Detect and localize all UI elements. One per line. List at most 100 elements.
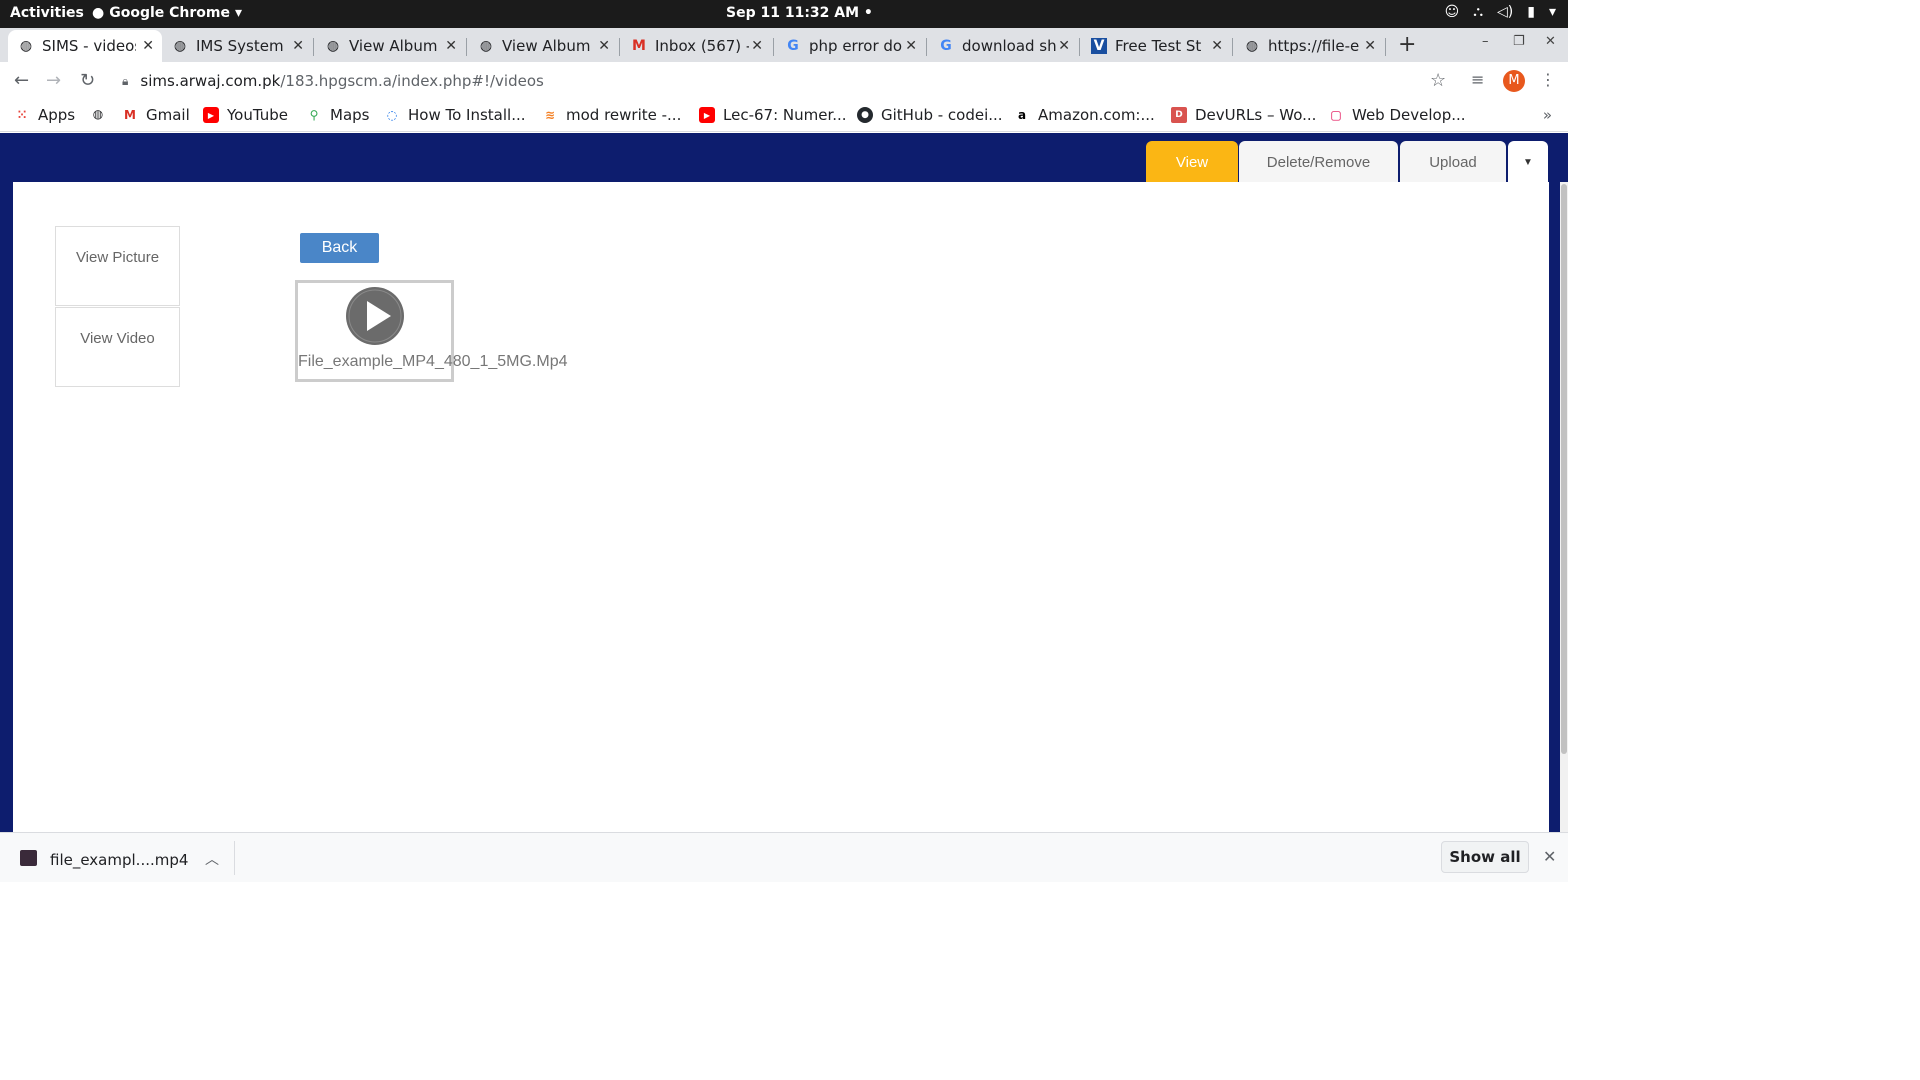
bookmark-github[interactable]: ● GitHub - codei... (857, 106, 1003, 124)
show-all-button[interactable]: Show all (1441, 841, 1529, 873)
bookmark-youtube[interactable]: ▶ YouTube (203, 106, 288, 124)
tab-title: IMS System (196, 37, 284, 55)
close-shelf-icon[interactable]: ✕ (1543, 847, 1556, 866)
new-tab-plus-icon[interactable]: + (1398, 32, 1416, 57)
content-panel (13, 182, 1549, 832)
bookmark-globe[interactable]: ◍ (90, 106, 114, 122)
close-tab-icon[interactable]: ✕ (598, 38, 610, 54)
bookmark-mod-rewrite[interactable]: ≋ mod rewrite -... (542, 106, 681, 124)
view-video-label: View Video (80, 330, 155, 347)
tab-view-album[interactable]: ◍ View Album ✕ (315, 30, 465, 62)
bookmark-label: How To Install... (408, 106, 526, 124)
tab-file-examples[interactable]: ◍ https://file-e ✕ (1234, 30, 1384, 62)
close-tab-icon[interactable]: ✕ (1058, 38, 1070, 54)
close-tab-icon[interactable]: ✕ (292, 38, 304, 54)
url-host: sims.arwaj.com.pk (140, 72, 281, 90)
url-path: /183.hpgscm.a/index.php#!/videos (280, 72, 544, 90)
media-control-icon[interactable]: ≡ (1471, 70, 1484, 89)
bookmark-how-to-install[interactable]: ◌ How To Install... (384, 106, 526, 124)
v-icon: V (1091, 38, 1107, 54)
download-shelf: file_exampl....mp4 ︿ Show all ✕ (0, 832, 1568, 882)
bookmark-apps[interactable]: ⁙ Apps (14, 106, 75, 124)
minimize-icon[interactable]: – (1482, 34, 1489, 49)
maps-icon: ⚲ (309, 108, 319, 122)
tab-sims-videos[interactable]: ◍ SIMS - videos ✕ (8, 30, 162, 62)
play-icon[interactable] (345, 286, 405, 346)
address-bar[interactable]: 🔒︎ sims.arwaj.com.pk/183.hpgscm.a/index.… (112, 66, 1462, 96)
bookmark-devurls[interactable]: D DevURLs – Wo... (1171, 106, 1316, 124)
bookmark-star-icon[interactable]: ☆ (1430, 70, 1446, 91)
bookmark-label: Web Develop... (1352, 106, 1466, 124)
restore-icon[interactable]: ❐ (1513, 34, 1525, 49)
scrollbar-thumb[interactable] (1561, 184, 1567, 754)
bookmark-label: Lec-67: Numer... (723, 106, 847, 124)
battery-icon: ▮ (1527, 4, 1535, 20)
reload-icon[interactable]: ↻ (80, 70, 95, 91)
bookmark-maps[interactable]: ⚲ Maps (306, 106, 370, 124)
chevron-up-icon[interactable]: ︿ (205, 849, 219, 869)
tab-strip: ◍ SIMS - videos ✕ ◍ IMS System ✕ ◍ View … (0, 28, 1568, 62)
back-arrow-icon[interactable]: ← (14, 70, 29, 91)
bookmark-label: DevURLs – Wo... (1195, 106, 1317, 124)
close-tab-icon[interactable]: ✕ (445, 38, 457, 54)
nav-upload-tab[interactable]: Upload (1400, 141, 1506, 183)
bookmark-label: YouTube (227, 106, 288, 124)
chevron-down-icon: ▾ (234, 5, 243, 21)
download-filename[interactable]: file_exampl....mp4 (50, 851, 188, 869)
close-tab-icon[interactable]: ✕ (1364, 38, 1376, 54)
bookmark-gmail[interactable]: M Gmail (122, 106, 190, 124)
bookmark-amazon[interactable]: a Amazon.com:... (1014, 106, 1155, 124)
close-window-icon[interactable]: ✕ (1545, 34, 1556, 49)
page-scrollbar[interactable] (1560, 182, 1568, 832)
amazon-icon: a (1017, 108, 1027, 122)
back-button[interactable]: Back (300, 233, 379, 263)
spinner-icon: ◌ (386, 108, 398, 122)
google-icon: G (940, 38, 952, 54)
notification-dot-icon: • (863, 5, 873, 21)
tab-ims-system[interactable]: ◍ IMS System ✕ (162, 30, 312, 62)
tray-chevron-down-icon: ▾ (1548, 4, 1556, 20)
system-tray[interactable]: ☺ ⛬ ◁) ▮ ▾ (1445, 4, 1556, 20)
devurls-icon: D (1171, 107, 1187, 123)
video-filename[interactable]: File_example_MP4_480_1_5MG.Mp4 (298, 353, 567, 371)
view-picture-label: View Picture (75, 249, 160, 266)
close-tab-icon[interactable]: ✕ (142, 38, 154, 54)
close-tab-icon[interactable]: ✕ (1211, 38, 1223, 54)
tab-view-album-2[interactable]: ◍ View Album ✕ (468, 30, 618, 62)
nav-view-tab[interactable]: View (1146, 141, 1238, 183)
youtube-icon: ▶ (203, 107, 219, 123)
globe-icon: ◍ (326, 38, 340, 54)
nav-dropdown-caret-icon[interactable]: ▼ (1508, 141, 1548, 183)
tab-php-error[interactable]: G php error do ✕ (775, 30, 925, 62)
bookmark-label: Gmail (146, 106, 190, 124)
view-picture-button[interactable]: View Picture (55, 226, 180, 306)
kebab-menu-icon[interactable]: ⋮ (1540, 70, 1556, 89)
tab-download[interactable]: G download sh ✕ (928, 30, 1078, 62)
tab-title: View Album (349, 37, 438, 55)
download-separator (234, 841, 235, 875)
tab-title: https://file-e (1268, 37, 1360, 55)
tab-separator (313, 38, 314, 56)
lock-icon: 🔒︎ (122, 73, 129, 88)
nav-delete-remove-tab[interactable]: Delete/Remove (1239, 141, 1398, 183)
tab-inbox[interactable]: M Inbox (567) - ✕ (621, 30, 771, 62)
close-tab-icon[interactable]: ✕ (905, 38, 917, 54)
forward-arrow-icon[interactable]: → (46, 70, 61, 91)
app-menu[interactable]: ● Google Chrome ▾ (92, 5, 242, 21)
tab-separator (619, 38, 620, 56)
bookmark-label: Maps (330, 106, 370, 124)
bookmark-lec-67[interactable]: ▶ Lec-67: Numer... (699, 106, 847, 124)
tab-free-test[interactable]: V Free Test St ✕ (1081, 30, 1231, 62)
clock-text: Sep 11 11:32 AM (726, 5, 860, 21)
close-tab-icon[interactable]: ✕ (751, 38, 763, 54)
tab-separator (1232, 38, 1233, 56)
video-file-icon (20, 850, 37, 866)
activities-button[interactable]: Activities (10, 5, 84, 21)
bookmarks-overflow-icon[interactable]: » (1543, 106, 1552, 124)
bookmark-web-develop[interactable]: ▢ Web Develop... (1328, 106, 1466, 124)
clock[interactable]: Sep 11 11:32 AM • (726, 5, 873, 21)
youtube-icon: ▶ (699, 107, 715, 123)
tab-title: Free Test St (1115, 37, 1202, 55)
profile-avatar[interactable]: M (1503, 70, 1525, 92)
view-video-button[interactable]: View Video (55, 307, 180, 387)
